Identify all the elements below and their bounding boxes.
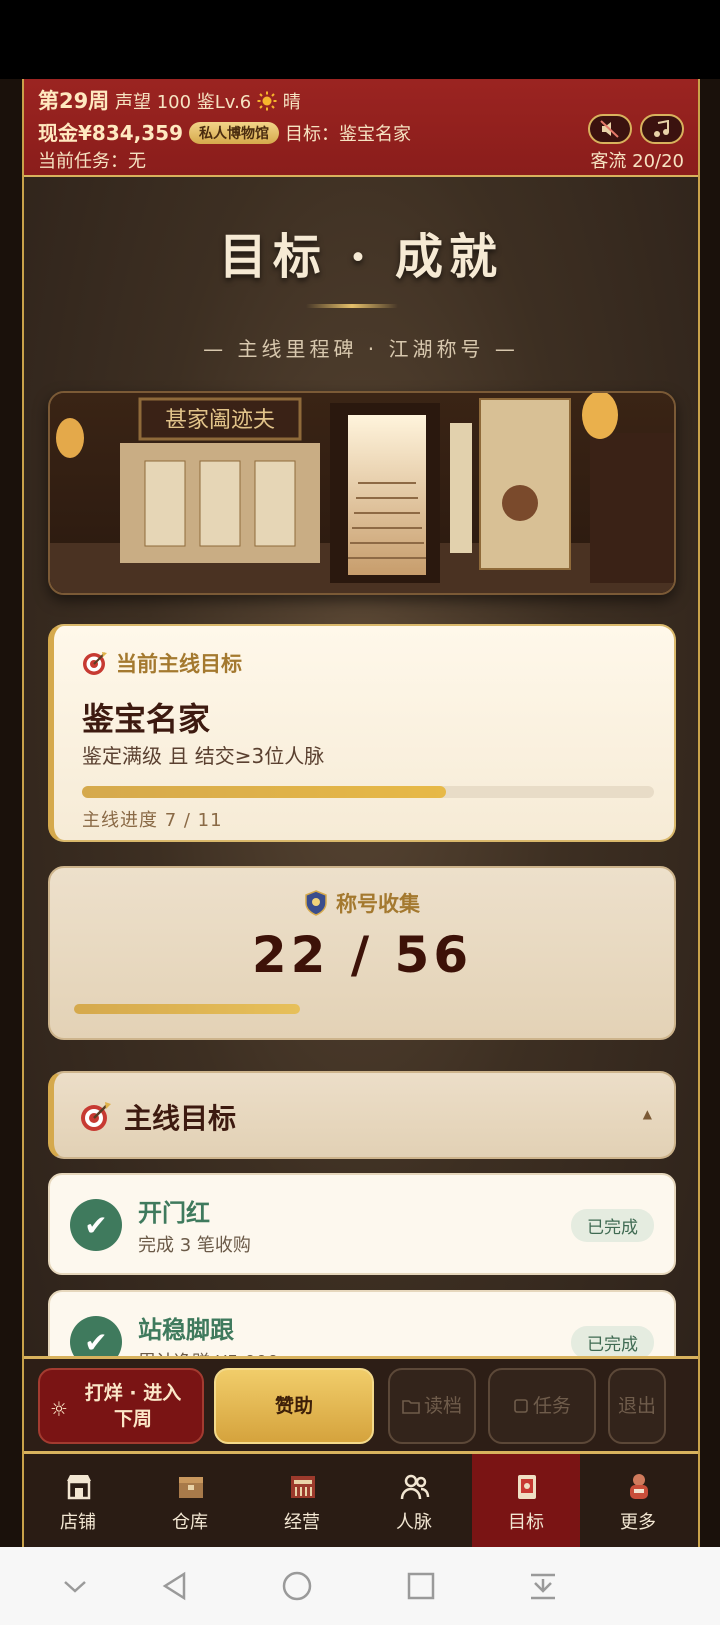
title-collection-heading: 称号收集	[50, 888, 674, 918]
status-badge: 已完成	[571, 1326, 654, 1359]
page-title: 目标 · 成就	[218, 229, 504, 285]
music-toggle-button[interactable]	[640, 114, 684, 144]
goal-progress-fill	[82, 786, 446, 798]
main-goals-section-header[interactable]: 主线目标 ▲	[48, 1071, 676, 1159]
app-content: 第29周 声望 100 鉴Lv.6 晴 现金¥834,359 私人博物馆 目标：鉴宝…	[22, 79, 700, 1547]
badge-icon	[305, 890, 327, 916]
home-icon[interactable]	[280, 1569, 314, 1603]
nav-label: 店铺	[60, 1512, 96, 1533]
recents-icon[interactable]	[404, 1569, 438, 1603]
status-header: 第29周 声望 100 鉴Lv.6 晴 现金¥834,359 私人博物馆 目标：鉴宝…	[24, 79, 698, 177]
folder-icon	[402, 1400, 420, 1414]
section-title: 主线目标	[124, 1102, 237, 1135]
exit-button[interactable]: 退出	[608, 1368, 666, 1444]
sponsor-button[interactable]: 赞助	[214, 1368, 374, 1444]
warehouse-icon	[179, 1477, 203, 1498]
contacts-icon	[400, 1474, 430, 1500]
page-subtitle: — 主线里程碑 · 江湖称号 —	[203, 337, 519, 361]
goal-progress-label: 主线进度 7 / 11	[82, 810, 223, 831]
goal-progress-bar	[82, 786, 654, 798]
bottom-navigation: 店铺 仓库 经营 人脉 目标 更多	[24, 1454, 698, 1547]
milestone-name: 开门红	[138, 1199, 210, 1227]
end-week-label: 打烊 · 进入下周	[84, 1382, 182, 1430]
guest-count-label: 客流 20/20	[590, 151, 684, 172]
task-icon	[514, 1399, 528, 1413]
target-icon	[83, 652, 107, 675]
sun-icon: ☼	[50, 1397, 68, 1421]
tasks-button[interactable]: 任务	[488, 1368, 596, 1444]
nav-item-business[interactable]: 经营	[248, 1454, 356, 1547]
hero-illustration: 甚家阖迹夫	[48, 391, 676, 595]
hero-plaque-text: 甚家阖迹夫	[165, 408, 275, 433]
nav-item-contacts[interactable]: 人脉	[360, 1454, 468, 1547]
load-save-label: 读档	[423, 1395, 462, 1417]
goal-description: 鉴定满级 且 结交≥3位人脉	[82, 744, 325, 768]
weather-label: 晴	[282, 92, 301, 113]
museum-badge: 私人博物馆	[189, 122, 280, 144]
week-label: 第29周	[38, 89, 110, 113]
status-area	[0, 0, 720, 79]
nav-label: 经营	[284, 1512, 320, 1533]
notification-pull-icon[interactable]	[526, 1569, 560, 1603]
reputation-label: 声望 100	[114, 92, 192, 113]
target-icon	[81, 1102, 111, 1131]
back-icon[interactable]	[158, 1569, 192, 1603]
load-save-button[interactable]: 读档	[388, 1368, 476, 1444]
appraisal-level-label: 鉴Lv.6	[196, 92, 252, 113]
nav-item-warehouse[interactable]: 仓库	[136, 1454, 244, 1547]
nav-label: 更多	[620, 1512, 656, 1533]
shop-icon	[67, 1475, 91, 1500]
status-badge: 已完成	[571, 1209, 654, 1242]
status-line-2: 现金¥834,359 私人博物馆 目标：鉴宝名家	[38, 117, 411, 146]
goal-label: 目标：鉴宝名家	[285, 124, 412, 145]
cash-label: 现金¥834,359	[38, 121, 184, 145]
more-icon	[630, 1474, 648, 1499]
goal-icon	[518, 1475, 536, 1499]
nav-item-shop[interactable]: 店铺	[24, 1454, 132, 1547]
current-goal-heading-text: 当前主线目标	[116, 652, 242, 676]
end-week-button[interactable]: ☼ 打烊 · 进入下周	[38, 1368, 204, 1444]
music-icon	[654, 120, 669, 137]
speaker-muted-icon	[600, 120, 619, 138]
collapse-icon[interactable]: ▲	[643, 1107, 652, 1121]
action-bar: ☼ 打烊 · 进入下周 赞助 读档 任务 退出	[24, 1356, 698, 1454]
app-frame: 第29周 声望 100 鉴Lv.6 晴 现金¥834,359 私人博物馆 目标：鉴宝…	[0, 79, 720, 1547]
current-goal-heading: 当前主线目标	[82, 648, 242, 678]
milestone-description: 完成 3 笔收购	[138, 1235, 251, 1256]
milestone-name: 站稳脚跟	[138, 1316, 234, 1344]
nav-label: 目标	[508, 1512, 544, 1533]
milestone-item: ✔ 开门红 完成 3 笔收购 已完成	[48, 1173, 676, 1275]
nav-label: 人脉	[396, 1512, 432, 1533]
title-count: 22 / 56	[251, 926, 473, 984]
current-goal-card: 当前主线目标 鉴宝名家 鉴定满级 且 结交≥3位人脉 主线进度 7 / 11	[48, 624, 676, 842]
sound-toggle-button[interactable]	[588, 114, 632, 144]
title-progress-bar	[74, 1004, 650, 1014]
nav-label: 仓库	[172, 1512, 208, 1533]
current-task-label: 当前任务：无	[38, 151, 146, 172]
chevron-down-icon[interactable]	[58, 1569, 92, 1603]
title-progress-fill	[74, 1004, 301, 1014]
title-divider	[306, 304, 398, 308]
system-navigation-bar	[0, 1547, 720, 1625]
business-icon	[291, 1476, 315, 1498]
nav-item-goals[interactable]: 目标	[472, 1454, 580, 1547]
nav-item-more[interactable]: 更多	[584, 1454, 692, 1547]
status-line-1: 第29周 声望 100 鉴Lv.6 晴	[38, 85, 301, 115]
title-collection-heading-text: 称号收集	[336, 892, 420, 916]
title-collection-card: 称号收集 22 / 56	[48, 866, 676, 1040]
sun-icon	[257, 91, 277, 111]
goal-name: 鉴宝名家	[82, 700, 211, 738]
check-icon: ✔	[70, 1199, 122, 1251]
tasks-label: 任务	[532, 1395, 571, 1417]
